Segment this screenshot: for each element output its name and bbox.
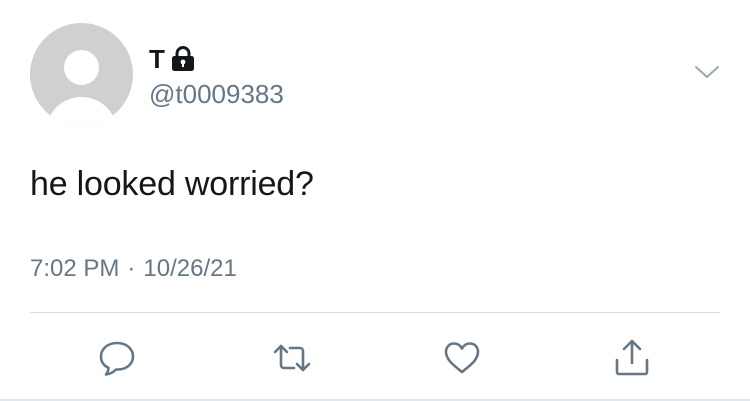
retweet-icon xyxy=(272,338,312,378)
meta-separator: · xyxy=(127,255,136,282)
tweet-time: 7:02 PM xyxy=(30,255,120,282)
reply-button[interactable] xyxy=(95,336,139,380)
retweet-button[interactable] xyxy=(270,336,314,380)
share-button[interactable] xyxy=(610,336,654,380)
tweet-text: he looked worried? xyxy=(30,165,314,203)
tweet-date: 10/26/21 xyxy=(143,255,237,282)
avatar-shoulders xyxy=(46,97,117,126)
default-avatar-icon[interactable] xyxy=(30,23,133,126)
tweet-card: T @t0009383 he looked worried? 7:02 PM · 1… xyxy=(0,0,750,401)
display-name[interactable]: T xyxy=(149,44,195,74)
lock-icon xyxy=(171,46,195,72)
display-name-text: T xyxy=(149,44,165,74)
heart-icon xyxy=(442,338,482,378)
share-icon xyxy=(612,338,652,378)
chevron-down-icon[interactable] xyxy=(694,62,720,82)
reply-icon xyxy=(97,338,137,378)
divider xyxy=(30,312,720,313)
user-handle[interactable]: @t0009383 xyxy=(149,79,284,109)
tweet-timestamp[interactable]: 7:02 PM · 10/26/21 xyxy=(30,254,237,284)
like-button[interactable] xyxy=(440,336,484,380)
avatar-head xyxy=(64,50,99,85)
